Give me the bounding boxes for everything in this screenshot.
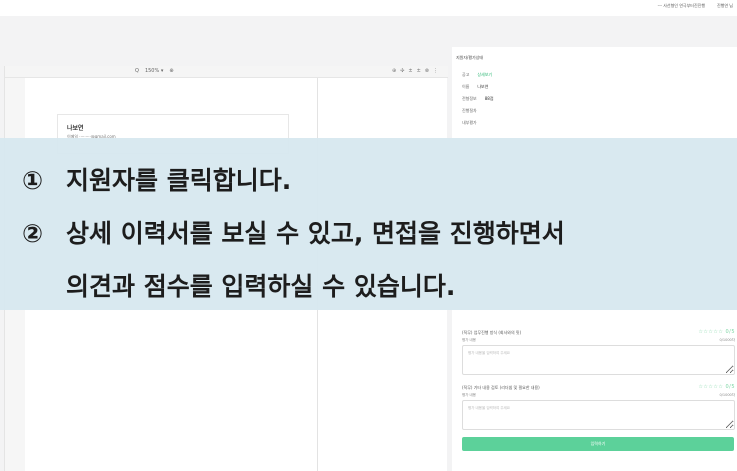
zoom-level-select[interactable]: 150% ▾ (145, 68, 163, 74)
evaluation-item-2: (직무) 기타 내용 검토 (리더쉽 및 필요한 내용) ☆☆☆☆☆ 0/5 평… (462, 384, 735, 435)
rotate-icon[interactable]: ⊕ (392, 68, 396, 74)
step-text: 상세 이력서를 보실 수 있고, 면접을 진행하면서 (66, 219, 565, 248)
field-row-internal: 내부평가 (462, 120, 477, 126)
print-icon[interactable]: ± (417, 68, 421, 74)
field-row-posting: 공고 상세보기 (462, 72, 492, 78)
step-number: ① (22, 166, 44, 195)
star-rating[interactable]: ☆☆☆☆☆ 0/5 (698, 384, 735, 390)
zoom-controls: Q 150% ▾ ⊕ (135, 68, 174, 74)
evaluation-item-1: (직무) 업무진행 방식 (회사와의 핏) ☆☆☆☆☆ 0/5 평가 내용 0/… (462, 329, 735, 380)
stars-icon[interactable]: ☆☆☆☆☆ (698, 384, 723, 390)
field-row-score: 전형정보 88점 (462, 96, 494, 102)
zoom-in-icon[interactable]: ⊕ (169, 68, 173, 74)
score-value: 0/5 (725, 329, 735, 335)
top-link-user[interactable]: 진행연 님 (717, 3, 733, 9)
viewer-tools: ⊕ ✣ ± ± ⊗ ⋮ (392, 68, 438, 74)
evaluation-sub-label: 평가 내용 (462, 393, 476, 397)
evaluation-sub-label: 평가 내용 (462, 338, 476, 342)
char-count: 0/1000자 (719, 393, 735, 397)
field-value: 88점 (484, 96, 494, 101)
download-icon[interactable]: ± (408, 68, 412, 74)
field-label: 공고 (462, 72, 470, 77)
instruction-overlay: ① 지원자를 클릭합니다. ② 상세 이력서를 보실 수 있고, 면접을 진행하면서… (0, 138, 737, 310)
field-row-process: 진행절차 (462, 108, 477, 114)
zoom-out-icon[interactable]: Q (135, 68, 139, 74)
move-icon[interactable]: ✣ (400, 68, 404, 74)
more-icon[interactable]: ⋮ (433, 68, 438, 74)
stars-icon[interactable]: ☆☆☆☆☆ (698, 329, 723, 335)
step-text: 지원자를 클릭합니다. (66, 166, 292, 195)
evaluation-textarea[interactable] (462, 400, 735, 430)
evaluation-textarea[interactable] (462, 345, 735, 375)
evaluation-label: (직무) 업무진행 방식 (회사와의 핏) (462, 330, 522, 335)
evaluation-label: (직무) 기타 내용 검토 (리더쉽 및 필요한 내용) (462, 385, 540, 390)
field-label: 전형정보 (462, 96, 477, 101)
field-value: 나보연 (477, 84, 489, 89)
panel-title: 지원자/평가상태 (456, 55, 484, 60)
top-link-program[interactable]: --- 사선형인 연극부터진진행 (658, 3, 705, 9)
top-links: --- 사선형인 연극부터진진행 진행연 님 (658, 3, 733, 9)
posting-detail-link[interactable]: 상세보기 (477, 72, 492, 78)
score-value: 0/5 (725, 384, 735, 390)
field-label: 진행절차 (462, 108, 477, 113)
field-label: 이름 (462, 84, 470, 89)
top-bar: --- 사선형인 연극부터진진행 진행연 님 (0, 0, 737, 16)
instruction-step-2: ② 상세 이력서를 보실 수 있고, 면접을 진행하면서 (22, 214, 565, 250)
instruction-step-1: ① 지원자를 클릭합니다. (22, 161, 291, 197)
submit-button[interactable]: 입력하기 (462, 437, 734, 451)
step-number: ② (22, 219, 44, 248)
resume-name: 나보연 (67, 125, 84, 132)
instruction-step-2-continued: 의견과 점수를 입력하실 수 있습니다. (66, 272, 456, 301)
field-label: 내부평가 (462, 120, 477, 125)
star-rating[interactable]: ☆☆☆☆☆ 0/5 (698, 329, 735, 335)
settings-icon[interactable]: ⊗ (425, 68, 429, 74)
viewer-toolbar: Q 150% ▾ ⊕ ⊕ ✣ ± ± ⊗ ⋮ (5, 66, 448, 78)
char-count: 0/1000자 (719, 338, 735, 342)
field-row-name: 이름 나보연 (462, 84, 488, 90)
